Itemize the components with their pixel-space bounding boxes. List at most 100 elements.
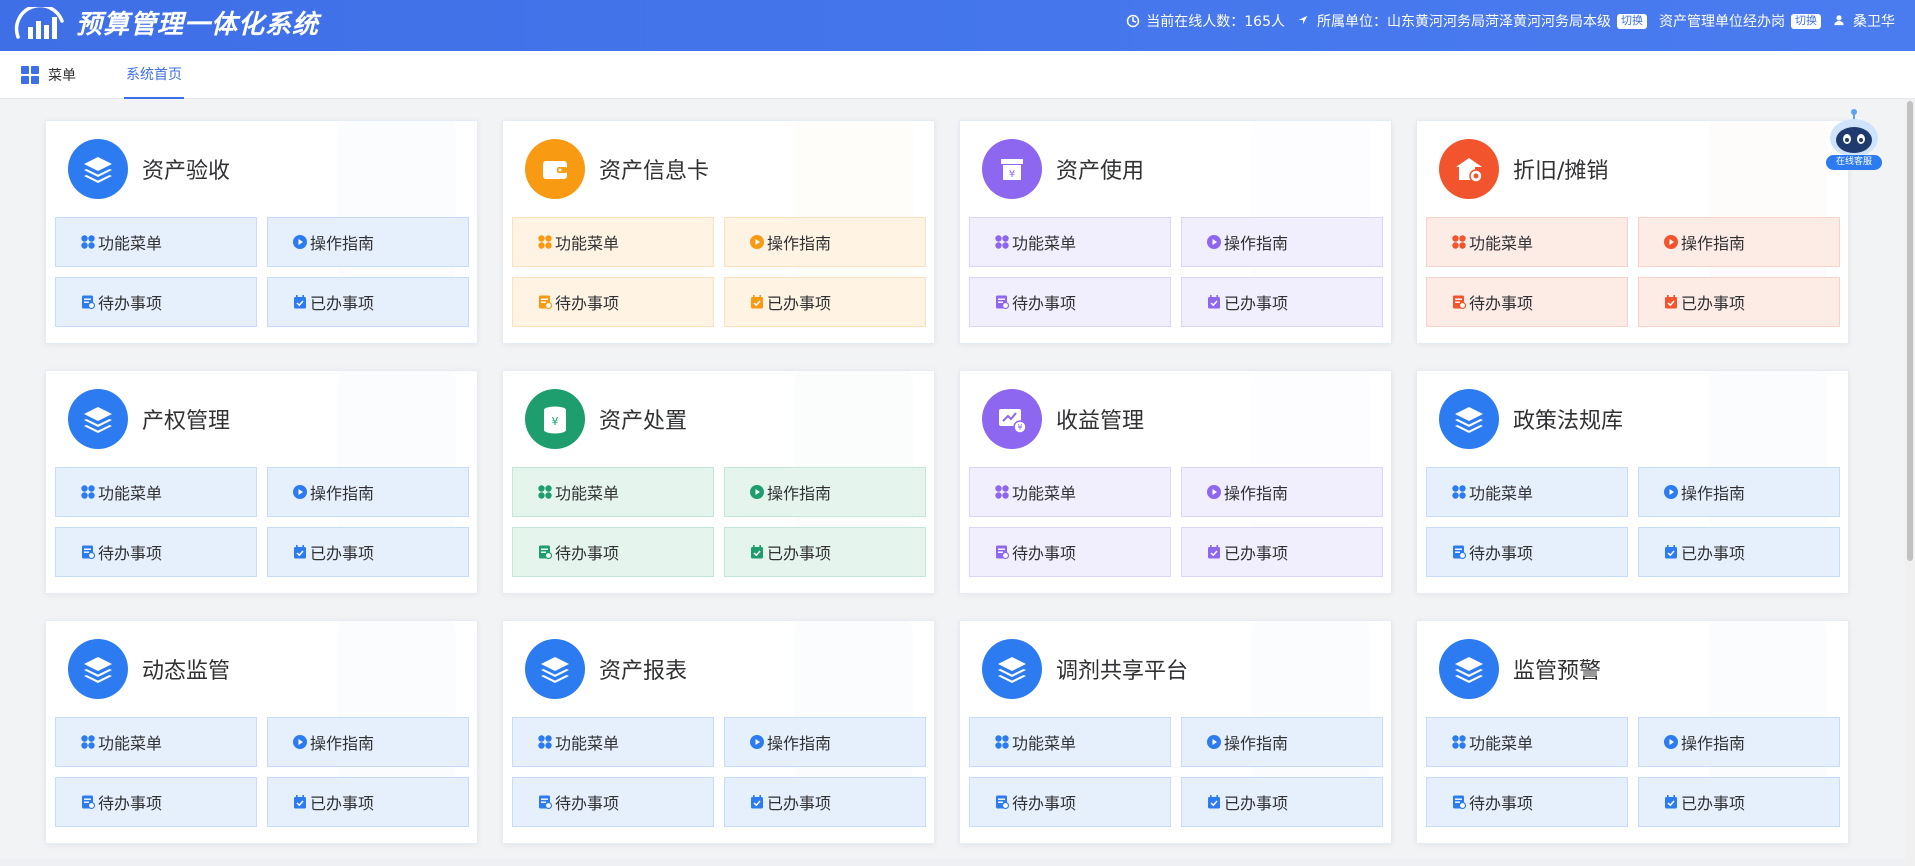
done-button[interactable]: 已办事项 [724,777,926,827]
done-button[interactable]: 已办事项 [1638,277,1840,327]
function-menu-icon [994,484,1012,500]
done-button[interactable]: 已办事项 [724,277,926,327]
scrollbar[interactable] [1905,99,1915,866]
wallet-icon [525,139,585,199]
card-title: 资产验收 [142,159,231,184]
button-label: 已办事项 [767,794,832,813]
function-menu-button[interactable]: 功能菜单 [512,467,714,517]
todo-button[interactable]: 待办事项 [512,777,714,827]
card-title: 监管预警 [1513,659,1602,684]
menu-button[interactable]: 菜单 [20,65,76,85]
guide-button[interactable]: 操作指南 [1181,217,1383,267]
guide-button[interactable]: 操作指南 [724,467,926,517]
todo-button[interactable]: 待办事项 [1426,527,1628,577]
todo-button[interactable]: 待办事项 [512,527,714,577]
function-menu-button[interactable]: 功能菜单 [55,717,257,767]
logo: 预算管理一体化系统 [14,6,319,45]
todo-button[interactable]: 待办事项 [512,277,714,327]
guide-button[interactable]: 操作指南 [267,717,469,767]
function-menu-button[interactable]: 功能菜单 [512,217,714,267]
module-card: 监管预警功能菜单 操作指南 待办事项 已办事项 [1416,620,1849,844]
function-menu-button[interactable]: 功能菜单 [512,717,714,767]
card-title: 资产报表 [599,659,688,684]
function-menu-icon [1451,484,1469,500]
function-menu-button[interactable]: 功能菜单 [969,717,1171,767]
grid-icon [21,65,39,84]
button-label: 待办事项 [98,794,163,813]
guide-button[interactable]: 操作指南 [1638,217,1840,267]
todo-button[interactable]: 待办事项 [55,277,257,327]
todo-button[interactable]: 待办事项 [55,777,257,827]
unit-switch-button[interactable]: 切换 [1617,13,1647,29]
role-info: 资产管理单位经办岗 切换 [1659,11,1821,31]
guide-button[interactable]: 操作指南 [267,217,469,267]
tab-home[interactable]: 系统首页 [124,51,184,99]
button-label: 待办事项 [555,544,620,563]
done-button[interactable]: 已办事项 [267,277,469,327]
module-card: 产权管理 功能菜单 操作指南 待办事项 已办事项 [45,370,478,594]
module-card: 资产报表功能菜单 操作指南 待办事项 已办事项 [502,620,935,844]
guide-button[interactable]: 操作指南 [724,717,926,767]
function-menu-button[interactable]: 功能菜单 [969,217,1171,267]
done-button[interactable]: 已办事项 [267,527,469,577]
todo-button[interactable]: 待办事项 [55,527,257,577]
svg-text:¥: ¥ [1009,169,1015,180]
function-menu-button[interactable]: 功能菜单 [55,467,257,517]
card-actions: 功能菜单 操作指南 待办事项 已办事项 [960,217,1391,327]
unit-info: 所属单位：山东黄河河务局菏泽黄河河务局本级 切换 [1297,11,1647,31]
guide-button[interactable]: 操作指南 [724,217,926,267]
online-count-label: 当前在线人数：165人 [1146,14,1285,30]
function-menu-button[interactable]: 功能菜单 [55,217,257,267]
done-button[interactable]: 已办事项 [1638,777,1840,827]
function-menu-button[interactable]: 功能菜单 [1426,217,1628,267]
guide-button[interactable]: 操作指南 [1181,717,1383,767]
card-header: 折旧/摊销 [1417,121,1848,217]
done-icon [1663,294,1681,310]
todo-button[interactable]: 待办事项 [969,277,1171,327]
guide-button[interactable]: 操作指南 [1181,467,1383,517]
done-button[interactable]: 已办事项 [1181,277,1383,327]
guide-button[interactable]: 操作指南 [1638,467,1840,517]
todo-icon [1451,294,1469,310]
function-menu-button[interactable]: 功能菜单 [1426,717,1628,767]
button-label: 操作指南 [767,484,832,503]
todo-button[interactable]: 待办事项 [1426,777,1628,827]
guide-icon [749,484,767,500]
todo-button[interactable]: 待办事项 [969,777,1171,827]
function-menu-icon [80,234,98,250]
function-menu-button[interactable]: 功能菜单 [969,467,1171,517]
module-grid: 资产验收 功能菜单 操作指南 待办事项 已办事项 资产信息卡 功能菜单 操作指南 待办事项 已办事… [45,120,1849,844]
guide-button[interactable]: 操作指南 [1638,717,1840,767]
button-label: 操作指南 [767,234,832,253]
card-header: 政策法规库 [1417,371,1848,467]
card-title: 资产处置 [599,409,688,434]
function-menu-icon [537,734,555,750]
function-menu-button[interactable]: 功能菜单 [1426,467,1628,517]
card-actions: 功能菜单 操作指南 待办事项 已办事项 [503,717,934,827]
todo-button[interactable]: 待办事项 [969,527,1171,577]
button-label: 操作指南 [1224,484,1289,503]
button-label: 已办事项 [1224,544,1289,563]
robot-service-label: 在线客服 [1826,155,1882,170]
todo-icon [1451,544,1469,560]
role-switch-button[interactable]: 切换 [1791,13,1821,29]
done-button[interactable]: 已办事项 [267,777,469,827]
button-label: 已办事项 [310,294,375,313]
user-menu[interactable]: 桑卫华 [1833,11,1895,31]
done-button[interactable]: 已办事项 [724,527,926,577]
todo-icon [80,544,98,560]
menu-label: 菜单 [48,67,76,84]
done-button[interactable]: 已办事项 [1638,527,1840,577]
todo-button[interactable]: 待办事项 [1426,277,1628,327]
done-button[interactable]: 已办事项 [1181,777,1383,827]
button-label: 功能菜单 [98,734,163,753]
module-card: 政策法规库 功能菜单 操作指南 待办事项 已办事项 [1416,370,1849,594]
guide-icon [1663,734,1681,750]
button-label: 操作指南 [310,734,375,753]
done-button[interactable]: 已办事项 [1181,527,1383,577]
done-icon [292,544,310,560]
button-label: 待办事项 [1012,794,1077,813]
guide-button[interactable]: 操作指南 [267,467,469,517]
scrollbar-thumb[interactable] [1907,101,1913,561]
card-title: 资产使用 [1056,159,1145,184]
